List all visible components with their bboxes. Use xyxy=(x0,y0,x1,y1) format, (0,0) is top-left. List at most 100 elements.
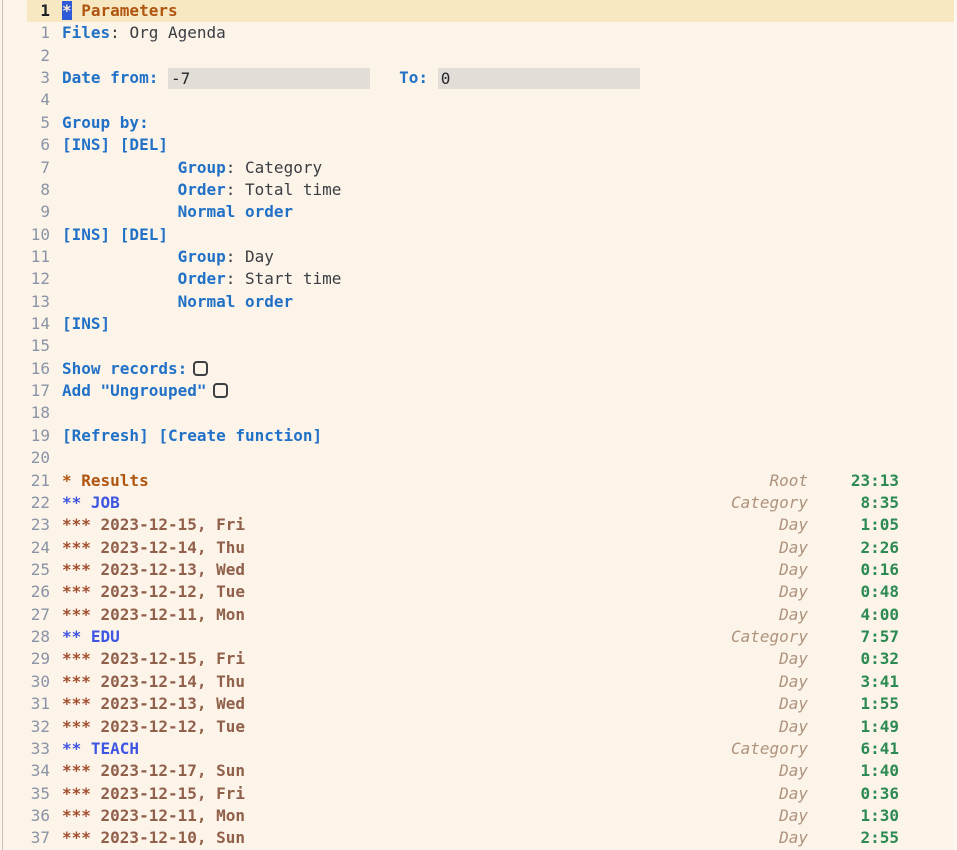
day-title: 2023-12-15, Fri xyxy=(101,649,246,668)
date-from-label: Date from: xyxy=(62,68,158,87)
group-value-menu[interactable]: Category xyxy=(245,158,322,177)
order-label: Order xyxy=(178,269,226,288)
normal-order-toggle[interactable]: Normal order xyxy=(178,292,294,311)
category-title: TEACH xyxy=(91,739,139,758)
heading-stars[interactable]: *** xyxy=(62,694,91,713)
clock-time: 0:36 xyxy=(808,783,899,805)
category-row: 28 **EDUCategory7:57 xyxy=(0,626,957,648)
clock-time: 3:41 xyxy=(808,671,899,693)
clock-time: 8:35 xyxy=(808,492,899,514)
heading-stars[interactable]: ** xyxy=(62,627,81,646)
heading-stars[interactable]: *** xyxy=(62,806,91,825)
heading-stars[interactable]: *** xyxy=(62,717,91,736)
create-function-button[interactable]: [Create function] xyxy=(158,426,322,445)
date-to-field[interactable]: 0 xyxy=(438,68,640,89)
line-number: 7 xyxy=(27,157,50,179)
group-type-label: Day xyxy=(678,604,808,626)
order-setting-row: 8 Order: Total time xyxy=(0,179,957,201)
day-row: 30 ***2023-12-14, ThuDay3:41 xyxy=(0,671,957,693)
line-number: 12 xyxy=(27,268,50,290)
line-number: 16 xyxy=(27,358,50,380)
line-number: 27 xyxy=(27,604,50,626)
day-title: 2023-12-11, Mon xyxy=(101,605,246,624)
heading-stars[interactable]: *** xyxy=(62,515,91,534)
line-number: 3 xyxy=(27,67,50,89)
line-number: 35 xyxy=(27,783,50,805)
del-button[interactable]: [DEL] xyxy=(120,225,168,244)
actions-row: 19 [Refresh][Create function] xyxy=(0,425,957,447)
group-type-label: Day xyxy=(678,537,808,559)
line-number: 4 xyxy=(27,89,50,111)
heading-stars[interactable]: *** xyxy=(62,582,91,601)
line-number: 31 xyxy=(27,693,50,715)
clock-time: 1:05 xyxy=(808,514,899,536)
day-row: 34 ***2023-12-17, SunDay1:40 xyxy=(0,760,957,782)
heading-stars[interactable]: *** xyxy=(62,605,91,624)
day-title: 2023-12-13, Wed xyxy=(101,694,246,713)
group-type-label: Day xyxy=(678,693,808,715)
group-type-label: Category xyxy=(678,626,808,648)
del-button[interactable]: [DEL] xyxy=(120,135,168,154)
category-title: EDU xyxy=(91,627,120,646)
blank-row: 2 xyxy=(0,45,957,67)
show-records-row: 16 Show records: xyxy=(0,358,957,380)
clock-time: 1:55 xyxy=(808,693,899,715)
category-row: 33 **TEACHCategory6:41 xyxy=(0,738,957,760)
heading-stars[interactable]: *** xyxy=(62,649,91,668)
group-type-label: Category xyxy=(678,738,808,760)
blank-row: 4 xyxy=(0,89,957,111)
group-by-label: Group by: xyxy=(62,113,149,132)
day-title: 2023-12-12, Tue xyxy=(101,717,246,736)
ins-button[interactable]: [INS] xyxy=(62,225,110,244)
line-number: 13 xyxy=(27,291,50,313)
date-from-field[interactable]: -7 xyxy=(168,68,370,89)
group-type-label: Day xyxy=(678,716,808,738)
day-title: 2023-12-13, Wed xyxy=(101,560,246,579)
group-type-label: Day xyxy=(678,648,808,670)
ins-button[interactable]: [INS] xyxy=(62,135,110,154)
clock-time: 4:00 xyxy=(808,604,899,626)
line-number: 22 xyxy=(27,492,50,514)
show-records-checkbox[interactable] xyxy=(193,361,208,376)
order-value-menu[interactable]: Start time xyxy=(245,269,341,288)
day-title: 2023-12-14, Thu xyxy=(101,672,246,691)
group-type-label: Root xyxy=(678,470,808,492)
heading-stars[interactable]: *** xyxy=(62,560,91,579)
line-number: 29 xyxy=(27,648,50,670)
day-row: 27 *** 2023-12-11, Mon Day4:00 xyxy=(0,604,957,626)
heading-stars[interactable]: *** xyxy=(62,828,91,847)
order-setting-row: 12 Order: Start time xyxy=(0,268,957,290)
show-records-label: Show records: xyxy=(62,359,187,378)
day-row: 29 ***2023-12-15, FriDay0:32 xyxy=(0,648,957,670)
clock-time: 1:40 xyxy=(808,760,899,782)
heading-stars[interactable]: ** xyxy=(62,739,81,758)
heading-stars[interactable]: * xyxy=(62,471,72,490)
group-type-label: Category xyxy=(678,492,808,514)
line-number: 10 xyxy=(27,224,50,246)
clock-time: 1:49 xyxy=(808,716,899,738)
refresh-button[interactable]: [Refresh] xyxy=(62,426,149,445)
order-value-menu[interactable]: Total time xyxy=(245,180,341,199)
add-ungrouped-checkbox[interactable] xyxy=(213,383,228,398)
normal-order-toggle[interactable]: Normal order xyxy=(178,202,294,221)
files-value[interactable]: Org Agenda xyxy=(129,23,225,42)
day-title: 2023-12-15, Fri xyxy=(101,515,246,534)
heading-stars[interactable]: *** xyxy=(62,672,91,691)
ins-button[interactable]: [INS] xyxy=(62,314,110,333)
line-number: 1 xyxy=(27,22,50,44)
heading-stars[interactable]: *** xyxy=(62,784,91,803)
add-ungrouped-label: Add "Ungrouped" xyxy=(62,381,207,400)
day-row: 24 ***2023-12-14, ThuDay2:26 xyxy=(0,537,957,559)
files-label: Files xyxy=(62,23,110,42)
cursor-on-heading-star[interactable]: * xyxy=(62,1,72,20)
category-title: JOB xyxy=(91,493,120,512)
group-value-menu[interactable]: Day xyxy=(245,247,274,266)
line-number: 28 xyxy=(27,626,50,648)
results-heading-row: 21 *ResultsRoot23:13 xyxy=(0,470,957,492)
heading-stars[interactable]: *** xyxy=(62,761,91,780)
line-number: 34 xyxy=(27,760,50,782)
heading-stars[interactable]: ** xyxy=(62,493,81,512)
line-number: 24 xyxy=(27,537,50,559)
ins-del-row: 10 [INS] [DEL] xyxy=(0,224,957,246)
heading-stars[interactable]: *** xyxy=(62,538,91,557)
